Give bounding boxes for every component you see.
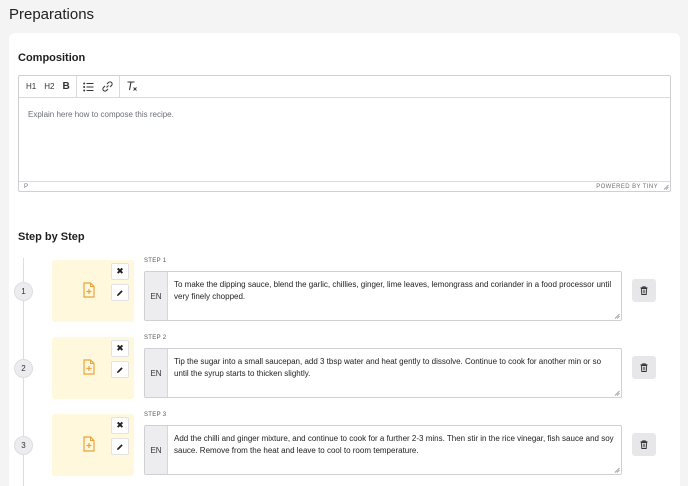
step-by-step-title: Step by Step <box>18 231 85 243</box>
editor-statusbar: P POWERED BY TINY <box>19 181 670 191</box>
step-label: STEP 3 <box>144 412 167 418</box>
step-number: 3 <box>14 436 33 455</box>
step-text[interactable]: Tip the sugar into a small saucepan, add… <box>168 349 621 397</box>
bullet-list-button[interactable] <box>79 76 98 98</box>
resize-handle-icon[interactable] <box>614 467 620 473</box>
h2-button[interactable]: H2 <box>40 76 58 98</box>
step-text-field[interactable]: EN Tip the sugar into a small saucepan, … <box>144 348 622 398</box>
close-icon: ✖ <box>116 343 124 353</box>
delete-step-button[interactable] <box>632 433 656 456</box>
page-title: Preparations <box>9 6 95 23</box>
step-media-dropzone[interactable]: ✖ <box>52 337 134 399</box>
edit-media-button[interactable] <box>111 361 129 378</box>
step-label: STEP 1 <box>144 258 167 264</box>
step-media-dropzone[interactable]: ✖ <box>52 414 134 476</box>
trash-icon <box>640 363 648 372</box>
step-text-field[interactable]: EN Add the chilli and ginger mixture, an… <box>144 425 622 475</box>
close-icon: ✖ <box>116 266 124 276</box>
add-file-icon <box>83 359 95 375</box>
resize-handle-icon[interactable] <box>614 390 620 396</box>
pencil-icon <box>117 289 123 296</box>
add-file-icon <box>83 282 95 298</box>
composition-textarea[interactable]: Explain here how to compose this recipe. <box>19 98 670 181</box>
trash-icon <box>640 440 648 449</box>
resize-handle-icon[interactable] <box>614 313 620 319</box>
remove-media-button[interactable]: ✖ <box>111 263 129 280</box>
pencil-icon <box>117 366 123 373</box>
step-item: 3 ✖ STEP 3 EN Add the chilli and ginger … <box>9 412 662 478</box>
toolbar-divider <box>75 75 77 98</box>
editor-toolbar: H1 H2 B <box>19 75 670 98</box>
step-label: STEP 2 <box>144 335 167 341</box>
language-tag: EN <box>145 349 168 397</box>
language-tag: EN <box>145 426 168 474</box>
link-icon <box>102 81 113 92</box>
step-text[interactable]: To make the dipping sauce, blend the gar… <box>168 272 621 320</box>
trash-icon <box>640 286 648 295</box>
toolbar-divider <box>118 75 120 98</box>
step-number: 2 <box>14 359 33 378</box>
bold-button[interactable]: B <box>58 76 73 98</box>
pencil-icon <box>117 443 123 450</box>
delete-step-button[interactable] <box>632 356 656 379</box>
powered-by-link[interactable]: POWERED BY TINY <box>596 184 658 190</box>
step-number: 1 <box>14 282 33 301</box>
step-item: 1 ✖ STEP 1 EN To make the dipping sauce,… <box>9 258 662 324</box>
composition-editor: H1 H2 B Explain here how to compose this… <box>18 75 671 192</box>
composition-title: Composition <box>18 52 86 64</box>
bullet-list-icon <box>82 82 94 91</box>
clear-format-button[interactable] <box>122 76 142 98</box>
step-text[interactable]: Add the chilli and ginger mixture, and c… <box>168 426 621 474</box>
clear-format-icon <box>127 81 137 91</box>
step-text-field[interactable]: EN To make the dipping sauce, blend the … <box>144 271 622 321</box>
h1-button[interactable]: H1 <box>22 76 40 98</box>
close-icon: ✖ <box>116 420 124 430</box>
remove-media-button[interactable]: ✖ <box>111 417 129 434</box>
step-item: 2 ✖ STEP 2 EN Tip the sugar into a small… <box>9 335 662 401</box>
add-file-icon <box>83 436 95 452</box>
step-media-dropzone[interactable]: ✖ <box>52 260 134 322</box>
remove-media-button[interactable]: ✖ <box>111 340 129 357</box>
language-tag: EN <box>145 272 168 320</box>
resize-handle-icon[interactable] <box>663 184 669 190</box>
link-button[interactable] <box>98 76 117 98</box>
delete-step-button[interactable] <box>632 279 656 302</box>
edit-media-button[interactable] <box>111 284 129 301</box>
element-path[interactable]: P <box>24 184 28 190</box>
edit-media-button[interactable] <box>111 438 129 455</box>
